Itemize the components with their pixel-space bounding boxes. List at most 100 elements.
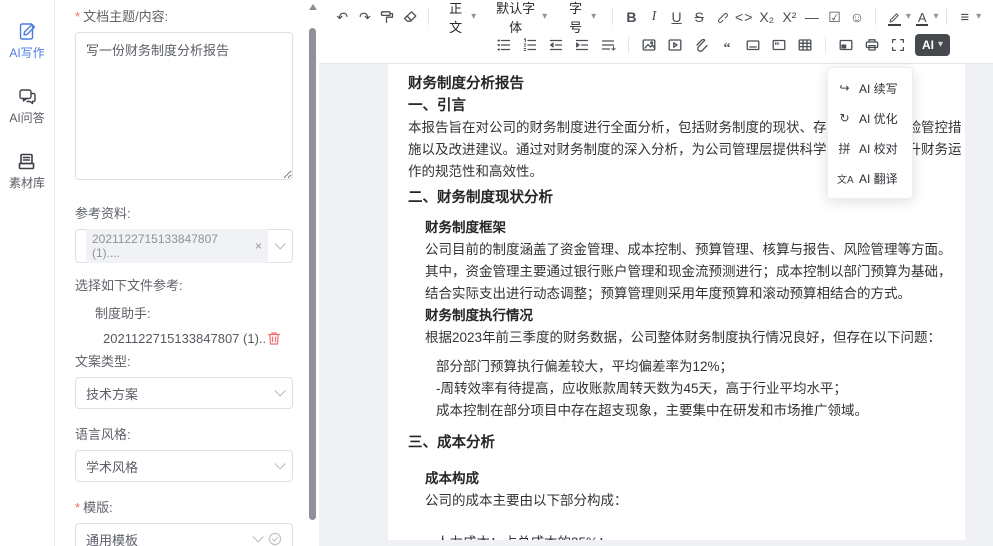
strikethrough-icon: S (694, 10, 703, 24)
topic-input[interactable]: 写一份财务制度分析报告 (75, 32, 293, 180)
color-bar (916, 24, 929, 27)
horizontal-rule-button[interactable]: — (802, 5, 823, 29)
attachment-button[interactable] (689, 33, 713, 57)
copy-type-label: 文案类型: (75, 351, 293, 370)
checkbox-icon: ☑ (828, 10, 841, 24)
link-button[interactable] (711, 5, 732, 29)
indent-button[interactable] (570, 33, 594, 57)
underline-button[interactable]: U (666, 5, 687, 29)
reference-label: 参考资料: (75, 203, 293, 222)
print-button[interactable] (860, 33, 884, 57)
copy-type-value: 技术方案 (86, 384, 274, 403)
insert-image-button[interactable] (637, 33, 661, 57)
underline-icon: U (671, 10, 681, 24)
inline-code-button[interactable]: <> (734, 5, 755, 29)
required-mark: * (75, 9, 80, 24)
menu-item-ai-continue[interactable]: ↪ AI 续写 (828, 73, 912, 103)
doc-paragraph: 根据2023年前三季度的财务数据，公司整体财务制度执行情况良好，但存在以下问题： (425, 327, 964, 349)
highlight-color-button[interactable] (884, 5, 905, 29)
strikethrough-button[interactable]: S (689, 5, 710, 29)
reference-select[interactable]: 2021122715133847807 (1).... × (75, 229, 293, 263)
horizontal-rule-icon: — (805, 10, 819, 24)
redo-button[interactable]: ↷ (355, 5, 376, 29)
ai-menu-button[interactable]: AI ▾ (915, 34, 950, 56)
toolbar-divider (628, 37, 629, 53)
emoji-button[interactable]: ☺ (847, 5, 868, 29)
doc-list-item: 成本控制在部分项目中存在超支现象，主要集中在研发和市场推广领域。 (436, 400, 964, 422)
material-library-icon (17, 152, 36, 171)
fullscreen-button[interactable] (886, 33, 910, 57)
superscript-icon: X² (782, 10, 796, 24)
copy-type-select[interactable]: 技术方案 (75, 377, 293, 409)
blockquote-button[interactable]: “ (715, 33, 739, 57)
subscript-button[interactable]: X₂ (757, 5, 778, 29)
clear-format-button[interactable] (400, 5, 421, 29)
menu-item-label: AI 优化 (859, 110, 898, 127)
doc-list-item: 人力成本：占总成本的35%； (436, 532, 964, 540)
align-icon: ≡ (960, 10, 969, 25)
text-box-button[interactable] (741, 33, 765, 57)
insert-video-button[interactable] (663, 33, 687, 57)
bullet-list-button[interactable] (492, 33, 516, 57)
preview-card-icon (838, 37, 854, 53)
snippet-button[interactable] (767, 33, 791, 57)
nav-rail: AI写作 AI问答 素材库 (0, 0, 55, 546)
caret-down-icon: ▾ (906, 12, 911, 22)
superscript-button[interactable]: X² (779, 5, 800, 29)
chat-bubbles-icon (18, 87, 37, 106)
menu-item-ai-proofread[interactable]: 拼 AI 校对 (828, 133, 912, 163)
template-select[interactable]: 通用模板 (75, 523, 293, 546)
scroll-up-arrow-icon[interactable] (309, 4, 317, 10)
print-icon (864, 37, 880, 53)
format-painter-button[interactable] (377, 5, 398, 29)
outdent-button[interactable] (544, 33, 568, 57)
fullscreen-icon (890, 37, 906, 53)
task-list-button[interactable]: ☑ (824, 5, 845, 29)
align-button[interactable]: ≡ (955, 5, 976, 29)
language-style-select[interactable]: 学术风格 (75, 450, 293, 482)
menu-item-ai-translate[interactable]: 文A AI 翻译 (828, 163, 912, 193)
attachment-icon (693, 37, 709, 53)
style-label: 语言风格: (75, 424, 293, 443)
preview-button[interactable] (834, 33, 858, 57)
ordered-list-button[interactable] (518, 33, 542, 57)
paragraph-style-dropdown[interactable]: 正文 ▾ (436, 5, 485, 29)
toolbar-divider (428, 9, 429, 25)
reference-file-name: 2021122715133847807 (1).... (103, 331, 267, 346)
chevron-down-icon (274, 385, 285, 396)
color-bar (888, 24, 901, 27)
line-spacing-button[interactable] (596, 33, 620, 57)
insert-table-button[interactable] (793, 33, 817, 57)
menu-item-ai-optimize[interactable]: ↻ AI 优化 (828, 103, 912, 133)
nav-item-library[interactable]: 素材库 (9, 152, 45, 191)
font-size-dropdown[interactable]: 字号 ▾ (556, 5, 605, 29)
toolbar-row-1: ↶ ↷ 正文 ▾ (319, 3, 993, 31)
nav-item-ai-qa[interactable]: AI问答 (9, 87, 44, 126)
font-color-button[interactable]: A (912, 5, 933, 29)
link-icon (714, 9, 730, 25)
quote-icon: “ (724, 42, 731, 56)
doc-subheading: 成本构成 (425, 468, 964, 490)
snippet-icon (771, 37, 787, 53)
undo-button[interactable]: ↶ (332, 5, 353, 29)
delete-file-button[interactable] (267, 331, 281, 346)
italic-button[interactable]: I (644, 5, 665, 29)
panel-scrollbar[interactable] (307, 0, 319, 546)
toolbar-row-2: “ (319, 31, 993, 59)
undo-icon: ↶ (336, 10, 348, 24)
nav-item-ai-write[interactable]: AI写作 (9, 22, 44, 61)
caret-down-icon: ▾ (542, 12, 547, 22)
menu-item-label: AI 翻译 (859, 170, 898, 187)
reference-tag: 2021122715133847807 (1).... × (86, 229, 268, 263)
caret-down-icon: ▾ (933, 12, 938, 22)
bold-button[interactable]: B (621, 5, 642, 29)
menu-item-label: AI 续写 (859, 80, 898, 97)
video-icon (667, 37, 683, 53)
caret-down-icon: ▾ (591, 12, 596, 22)
toolbar-divider (946, 9, 947, 25)
remove-tag-icon[interactable]: × (255, 239, 262, 253)
outdent-icon (548, 37, 564, 53)
font-family-dropdown[interactable]: 默认字体 ▾ (485, 5, 556, 29)
circle-check-icon (268, 532, 282, 546)
scrollbar-thumb[interactable] (309, 28, 316, 520)
